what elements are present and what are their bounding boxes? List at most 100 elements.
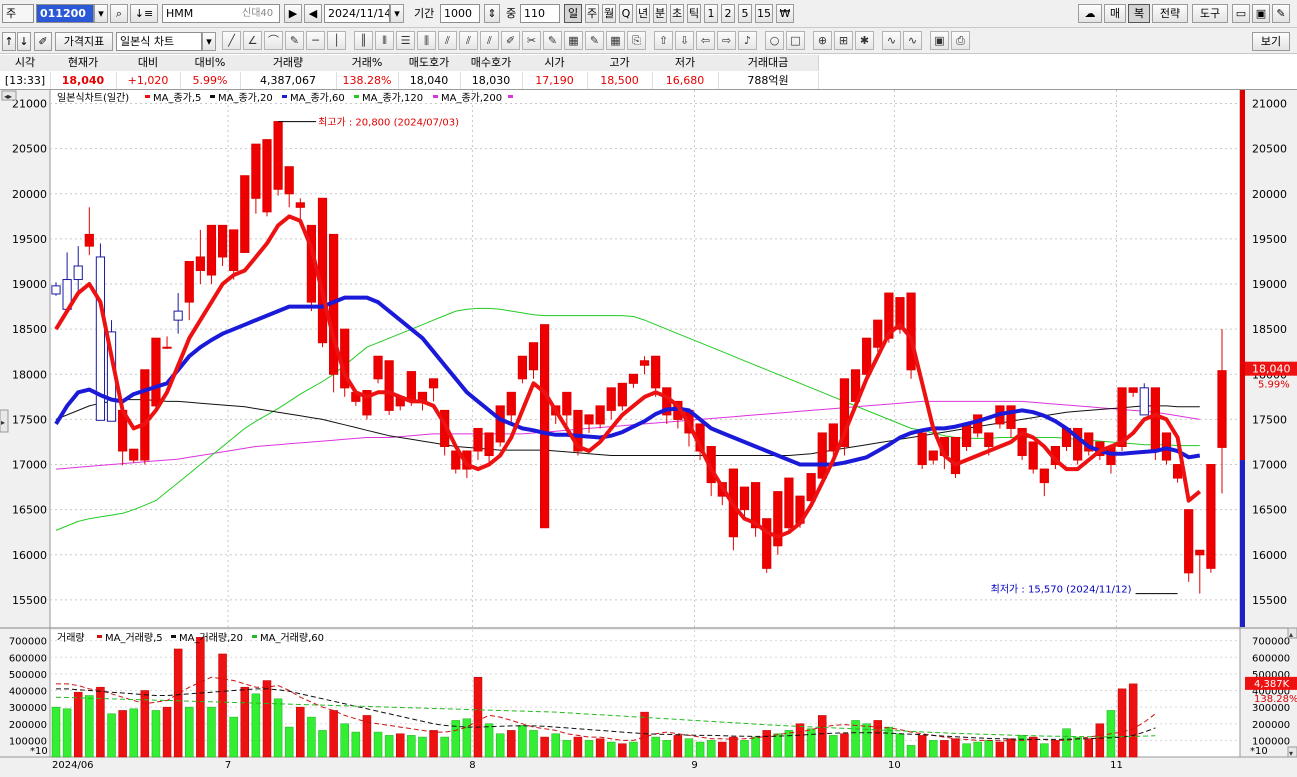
up-icon: ⇧ (658, 34, 669, 47)
period-button-8[interactable]: 1 (704, 4, 718, 23)
trend-tool-button[interactable]: ⫽ (438, 31, 457, 50)
trend3-tool-button[interactable]: ⫽ (480, 31, 499, 50)
period-button-10[interactable]: 5 (738, 4, 752, 23)
settings-button[interactable]: ✎ (1272, 4, 1290, 23)
period-button-2[interactable]: 월 (602, 4, 616, 23)
stock-code-input[interactable]: 011200 (36, 4, 94, 23)
quote-value: 5.99% (180, 72, 241, 89)
fib-tool-button[interactable]: ⦀ (375, 31, 394, 50)
pattern-tool-button[interactable]: ▦ (564, 31, 583, 50)
volume-bar (507, 730, 516, 758)
price-tick-right: 17500 (1252, 413, 1287, 426)
period-input[interactable]: 1000 (440, 4, 480, 23)
candle-body (273, 121, 283, 190)
down-tool-button[interactable]: ⇩ (675, 31, 694, 50)
fib-icon: ⦀ (382, 34, 387, 47)
candle-body (1217, 370, 1227, 448)
zoom-in-tool-button[interactable]: ⊕ (813, 31, 832, 50)
strategy-button[interactable]: 전략 (1152, 4, 1188, 23)
candle-body (595, 405, 605, 425)
period-button-4[interactable]: 년 (636, 4, 650, 23)
right-tool-button[interactable]: ⇨ (717, 31, 736, 50)
search-button[interactable]: ⌕ (110, 4, 128, 23)
volume-bar (151, 710, 161, 758)
period-button-11[interactable]: 15 (755, 4, 773, 23)
period-button-12[interactable]: ₩ (776, 4, 794, 23)
circle-tool-button[interactable]: ○ (765, 31, 784, 50)
trend2-tool-button[interactable]: ⫽ (459, 31, 478, 50)
star-tool-button[interactable]: ✱ (855, 31, 874, 50)
marker-tool-button[interactable]: ✎ (585, 31, 604, 50)
left-tool-button[interactable]: ⇦ (696, 31, 715, 50)
edit-tool-button[interactable]: ✐ (501, 31, 520, 50)
volume-bar (395, 733, 405, 758)
price-legend-item: MA_종가,200 (441, 92, 502, 104)
candle-body (1195, 549, 1205, 556)
stock-chart[interactable]: 15500 15500 16000 16000 16500 16500 17000 17000… (0, 90, 1297, 777)
chart-type-dropdown[interactable]: ▾ (202, 32, 216, 51)
overlap-input[interactable]: 110 (520, 4, 560, 23)
period-button-5[interactable]: 분 (653, 4, 667, 23)
gann-tool-button[interactable]: ☰ (396, 31, 415, 50)
wave2-tool-button[interactable]: ∿ (903, 31, 922, 50)
market-select[interactable]: 주 (2, 4, 34, 23)
wave-tool-button[interactable]: ∿ (882, 31, 901, 50)
scroll-down-button[interactable]: ↓ (17, 32, 31, 51)
price-tick-left: 20500 (12, 143, 47, 156)
volume-bar (440, 736, 449, 758)
sort-button[interactable]: ↓≡ (130, 4, 158, 23)
sort-icon: ↓≡ (134, 7, 154, 20)
grid-tool-button[interactable]: ⫼ (417, 31, 436, 50)
rect-tool-button[interactable]: □ (786, 31, 805, 50)
save-button[interactable]: ▣ (1252, 4, 1270, 23)
period-button-3[interactable]: Q (619, 4, 633, 23)
quote-header: 거래량 (240, 55, 337, 71)
code-dropdown-button[interactable]: ▾ (94, 4, 108, 23)
cut-tool-button[interactable]: ✂ (522, 31, 541, 50)
print-tool-button[interactable]: ⎙ (951, 31, 970, 50)
chevron-down-icon: ▾ (98, 7, 104, 20)
arc-tool-button[interactable]: ⌒ (264, 31, 283, 50)
date-dropdown-button[interactable]: ▾ (390, 4, 404, 23)
copy-button[interactable]: 복 (1128, 4, 1150, 23)
volume-bar (906, 745, 916, 758)
channel-tool-button[interactable]: ║ (354, 31, 373, 50)
view-button[interactable]: 보기 (1252, 32, 1290, 51)
period-spin-button[interactable]: ⇕ (484, 4, 500, 23)
period-button-1[interactable]: 주 (585, 4, 599, 23)
scroll-up-button[interactable]: ↑ (2, 32, 16, 51)
candle-body (540, 324, 550, 529)
volume-bar (418, 736, 427, 758)
copy-tool-button[interactable]: ⎘ (627, 31, 646, 50)
quote-header: 거래대금 (718, 55, 819, 71)
next-arrow-button[interactable]: ▶ (284, 4, 302, 23)
period-button-7[interactable]: 틱 (687, 4, 701, 23)
cloud-button[interactable]: ☁ (1078, 4, 1102, 23)
period-button-0[interactable]: 일 (564, 4, 582, 23)
sell-button[interactable]: 매 (1104, 4, 1126, 23)
candle-body (1039, 468, 1049, 484)
table-tool-button[interactable]: ▦ (606, 31, 625, 50)
note-tool-button[interactable]: ♪ (738, 31, 757, 50)
pen-tool-button[interactable]: ✎ (285, 31, 304, 50)
down-icon: ⇩ (679, 34, 690, 47)
indicator-button[interactable]: 가격지표 (55, 32, 113, 51)
angle-tool-button[interactable]: ∠ (243, 31, 262, 50)
line-tool-button[interactable]: ╱ (222, 31, 241, 50)
date-input[interactable]: 2024/11/14 (324, 4, 390, 23)
period-button-9[interactable]: 2 (721, 4, 735, 23)
quote-value: 18,040 (50, 72, 117, 89)
vline-tool-button[interactable]: │ (327, 31, 346, 50)
period-button-6[interactable]: 초 (670, 4, 684, 23)
prev-arrow-button[interactable]: ◀ (304, 4, 322, 23)
chart-type-select[interactable]: 일본식 차트 (116, 32, 202, 51)
tools-button[interactable]: 도구 (1192, 4, 1228, 23)
print-preview-tool-button[interactable]: ▣ (930, 31, 949, 50)
edit-button[interactable]: ✐ (34, 32, 52, 51)
zoom-box-tool-button[interactable]: ⊞ (834, 31, 853, 50)
up-tool-button[interactable]: ⇧ (654, 31, 673, 50)
open-folder-button[interactable]: ▭ (1232, 4, 1250, 23)
brush-tool-button[interactable]: ✎ (543, 31, 562, 50)
price-tick-right: 19000 (1252, 278, 1287, 291)
hline-tool-button[interactable]: ─ (306, 31, 325, 50)
